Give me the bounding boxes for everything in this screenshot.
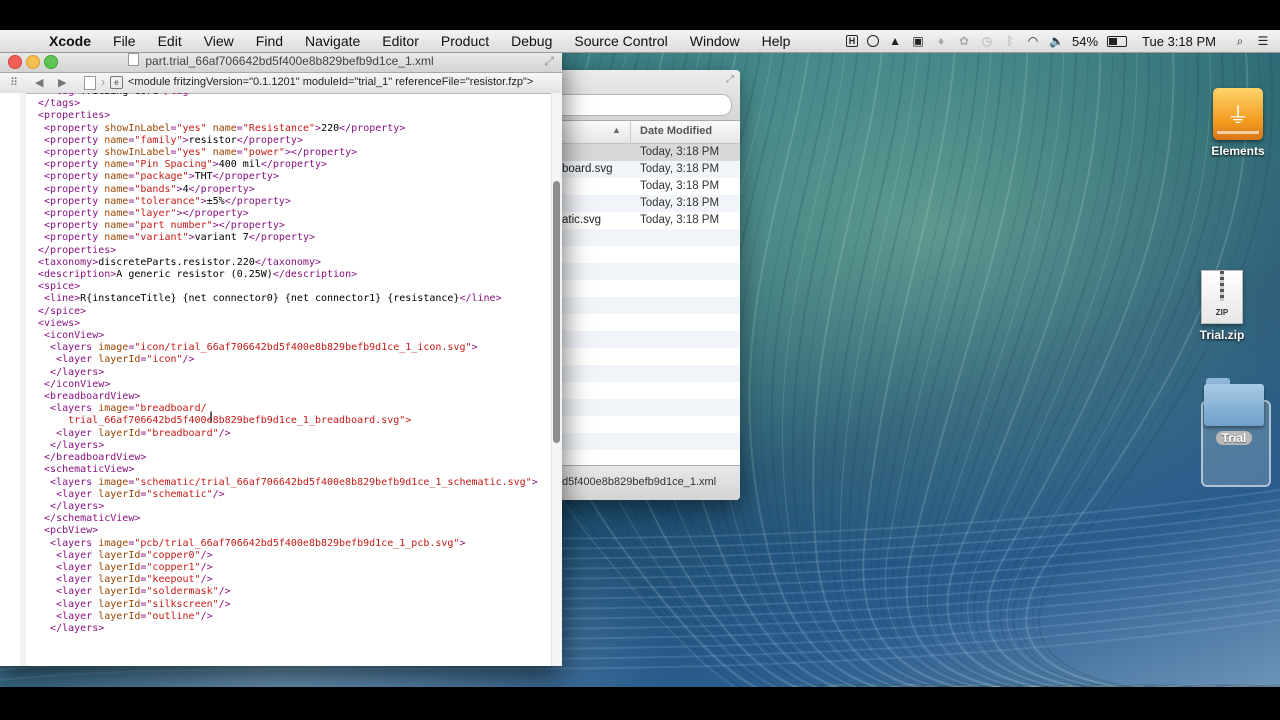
file-date: Today, 3:18 PM [640, 197, 720, 209]
finder-row[interactable] [540, 229, 740, 246]
finder-row[interactable]: Today, 3:18 PM [540, 144, 740, 161]
finder-row[interactable] [540, 382, 740, 399]
sort-ascending-icon[interactable]: ▲ [612, 125, 621, 135]
menu-product[interactable]: Product [430, 30, 500, 52]
back-arrow-icon[interactable]: ◀ [35, 76, 43, 89]
wave-stroke [870, 30, 1229, 687]
file-name: atic.svg [562, 214, 601, 226]
file-name: board.svg [562, 163, 613, 175]
editor-title: part.trial_66af706642bd5f400e8b829befb9d… [145, 54, 434, 68]
menu-find[interactable]: Find [245, 30, 294, 52]
document-icon [128, 53, 140, 66]
zip-file-icon: ZIP [1201, 270, 1243, 324]
path-text[interactable]: d5f400e8b829befb9d1ce_1.xml [562, 476, 716, 488]
trial-zip[interactable]: ZIP Trial.zip [1194, 270, 1250, 342]
desktop: ⏚ Elements ZIP Trial.zip Trial ⤢ ▲ Date … [0, 30, 1280, 687]
usb-drive-icon: ⏚ [1213, 88, 1263, 140]
window-icon[interactable]: ▣ [911, 34, 925, 48]
finder-row[interactable]: Today, 3:18 PM [540, 178, 740, 195]
finder-path-bar: d5f400e8b829befb9d1ce_1.xml [540, 465, 740, 500]
menu-help[interactable]: Help [751, 30, 802, 52]
finder-row[interactable] [540, 399, 740, 416]
forward-arrow-icon[interactable]: ▶ [58, 76, 66, 89]
menu-window[interactable]: Window [679, 30, 751, 52]
finder-row[interactable]: atic.svg Today, 3:18 PM [540, 212, 740, 229]
notification-center-icon[interactable]: ☰ [1256, 34, 1270, 48]
xml-element-icon: e [110, 76, 123, 89]
finder-row[interactable] [540, 365, 740, 382]
scrollbar-thumb[interactable] [553, 181, 560, 443]
trial-folder[interactable]: Trial [1201, 378, 1267, 445]
menu-file[interactable]: File [102, 30, 147, 52]
menu-debug[interactable]: Debug [500, 30, 563, 52]
trial-folder-label: Trial [1215, 431, 1253, 445]
xcode-editor-window: part.trial_66af706642bd5f400e8b829befb9d… [0, 50, 562, 666]
volume-icon[interactable]: 🔈 [1049, 34, 1064, 48]
finder-column-header: ▲ Date Modified [540, 121, 740, 144]
menu-editor[interactable]: Editor [371, 30, 430, 52]
editor-titlebar: part.trial_66af706642bd5f400e8b829befb9d… [0, 50, 562, 73]
finder-row[interactable] [540, 297, 740, 314]
sync-icon[interactable]: ✿ [957, 34, 971, 48]
line-gutter [0, 93, 26, 666]
notification-icon[interactable]: ♦ [934, 34, 948, 48]
menu-source-control[interactable]: Source Control [563, 30, 678, 52]
vertical-scrollbar[interactable] [551, 93, 562, 666]
file-icon[interactable] [84, 76, 96, 90]
file-date: Today, 3:18 PM [640, 163, 720, 175]
finder-row[interactable] [540, 348, 740, 365]
bluetooth-icon[interactable]: ᛒ [1003, 34, 1017, 48]
finder-row[interactable] [540, 433, 740, 450]
finder-titlebar: ⤢ [540, 70, 740, 121]
menu-navigate[interactable]: Navigate [294, 30, 371, 52]
finder-row[interactable] [540, 314, 740, 331]
menu-bar: Xcode File Edit View Find Navigate Editor Prod… [0, 30, 1280, 53]
status-menus: H ▲ ▣ ♦ ✿ ◷ ᛒ ◠ 🔈 54% Tue 3:18 PM ⌕ ☰ [846, 30, 1270, 52]
text-cursor-icon: I [209, 410, 214, 426]
clock[interactable]: Tue 3:18 PM [1142, 34, 1216, 49]
jump-bar: ⠿ ◀ ▶ › e <module fritzingVersion="0.1.1… [0, 73, 562, 94]
menu-app-name[interactable]: Xcode [38, 30, 102, 52]
date-modified-column[interactable]: Date Modified [640, 125, 712, 137]
finder-row[interactable] [540, 263, 740, 280]
record-icon[interactable] [867, 35, 880, 47]
menu-view[interactable]: View [193, 30, 245, 52]
jump-bar-path[interactable]: <module fritzingVersion="0.1.1201" modul… [128, 76, 533, 88]
fullscreen-icon[interactable]: ⤢ [726, 74, 734, 85]
status-app-icon[interactable]: H [846, 35, 859, 47]
code-area[interactable]: <tag>fritzing core</tag> </tags> <proper… [0, 93, 562, 666]
drive-icon[interactable]: ▲ [888, 34, 902, 48]
finder-window: ⤢ ▲ Date Modified Today, 3:18 PM board.sv… [540, 70, 740, 500]
related-items-icon[interactable]: ⠿ [10, 76, 18, 89]
xml-source[interactable]: <tag>fritzing core</tag> </tags> <proper… [38, 93, 538, 635]
file-date: Today, 3:18 PM [640, 180, 720, 192]
battery-icon[interactable] [1107, 35, 1128, 47]
file-date: Today, 3:18 PM [640, 214, 720, 226]
finder-row[interactable]: board.svg Today, 3:18 PM [540, 161, 740, 178]
elements-label: Elements [1211, 144, 1265, 158]
finder-row[interactable] [540, 331, 740, 348]
battery-percent[interactable]: 54% [1072, 34, 1098, 49]
finder-row[interactable] [540, 280, 740, 297]
file-date: Today, 3:18 PM [640, 146, 720, 158]
finder-row[interactable] [540, 416, 740, 433]
spotlight-search-icon[interactable]: ⌕ [1233, 34, 1247, 48]
time-machine-icon[interactable]: ◷ [980, 34, 994, 48]
elements-drive[interactable]: ⏚ Elements [1205, 88, 1271, 158]
folder-icon [1204, 378, 1264, 428]
menu-edit[interactable]: Edit [147, 30, 193, 52]
finder-search-field[interactable] [540, 94, 732, 116]
finder-row[interactable]: Today, 3:18 PM [540, 195, 740, 212]
wifi-icon[interactable]: ◠ [1026, 34, 1040, 48]
finder-row[interactable] [540, 246, 740, 263]
finder-file-list: Today, 3:18 PM board.svg Today, 3:18 PM Tod… [540, 144, 740, 450]
fullscreen-icon[interactable]: ⤢ [544, 54, 554, 69]
trial-zip-label: Trial.zip [1199, 328, 1245, 342]
